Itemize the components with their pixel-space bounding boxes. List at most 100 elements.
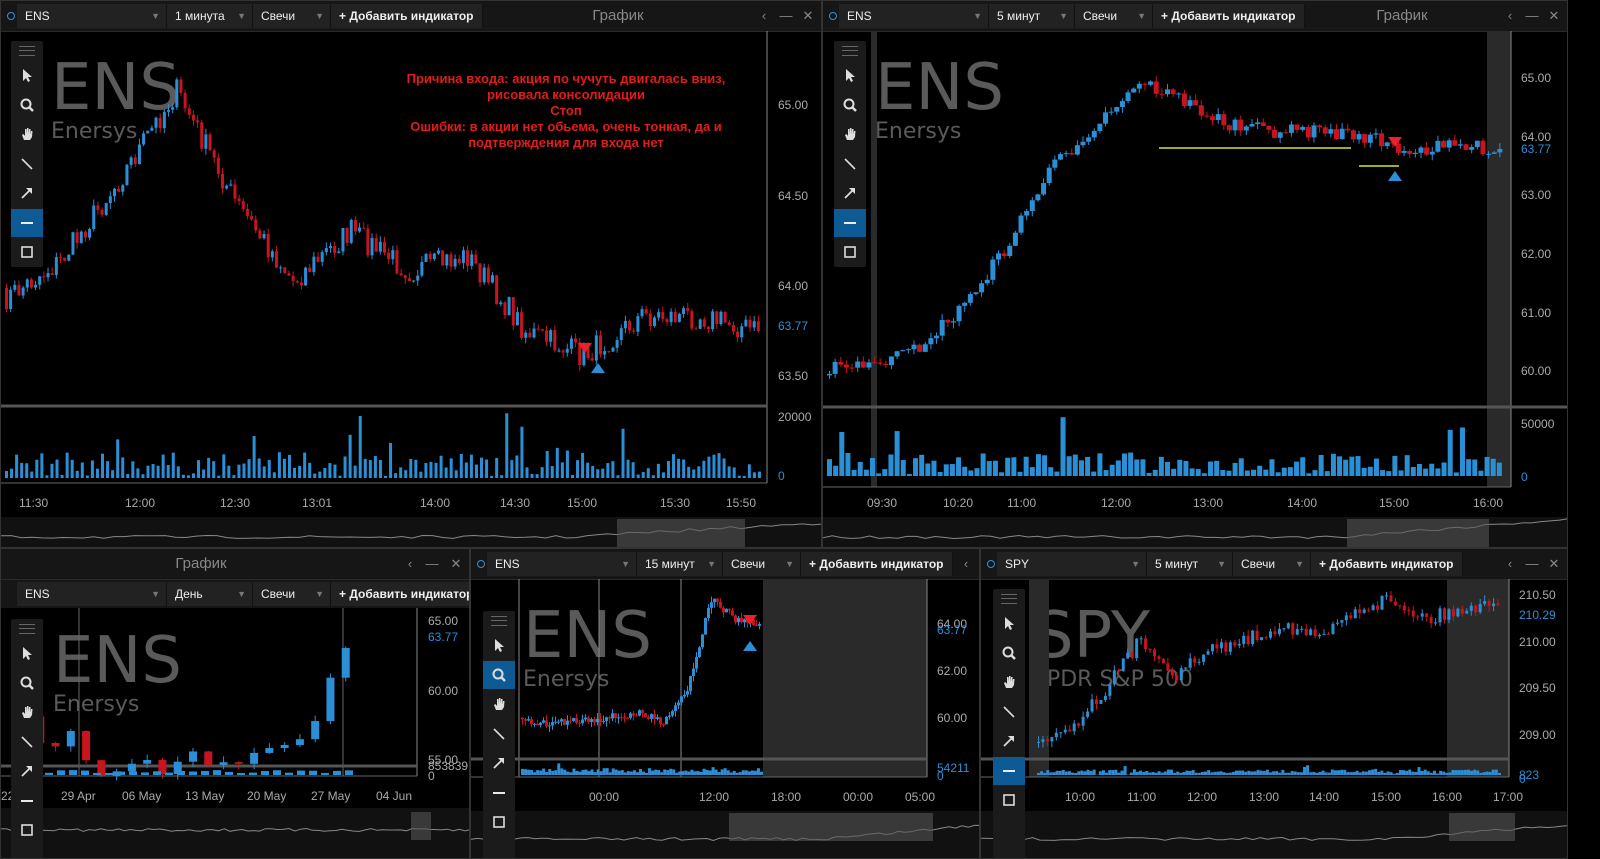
close-icon[interactable]: ✕ — [445, 549, 467, 579]
minimize-icon[interactable]: — — [421, 549, 443, 579]
minimize-icon[interactable]: — — [775, 1, 797, 31]
add-indicator-button[interactable]: + Добавить индикатор — [331, 582, 469, 606]
line-tool-button[interactable] — [11, 728, 43, 756]
arrow-tool-button[interactable] — [11, 757, 43, 785]
volume-bar — [747, 771, 751, 775]
chart-type-select[interactable]: Свечи ▼ — [1233, 552, 1311, 576]
hand-tool-button[interactable] — [11, 120, 43, 148]
chart-type-select[interactable]: Свечи ▼ — [1075, 4, 1153, 28]
interval-select[interactable]: 5 минут ▼ — [1147, 552, 1233, 576]
cursor-tool-button[interactable] — [993, 609, 1025, 637]
chart-area[interactable]: 65.00 60.00 55.00 853839 0 63.77 22 29 A… — [1, 608, 470, 859]
line-tool-button[interactable] — [993, 698, 1025, 726]
symbol-select[interactable]: ENS ▼ — [839, 4, 989, 28]
cursor-tool-button[interactable] — [11, 61, 43, 89]
minimize-icon[interactable]: — — [1521, 1, 1543, 31]
navigator-window[interactable] — [617, 519, 745, 547]
drag-handle[interactable] — [1001, 594, 1017, 604]
arrow-tool-button[interactable] — [483, 749, 515, 777]
navigator[interactable] — [1, 808, 470, 859]
collapse-icon[interactable]: ‹ — [399, 549, 421, 579]
drag-handle[interactable] — [19, 624, 35, 634]
chart-type-select[interactable]: Свечи ▼ — [253, 4, 331, 28]
chart-area[interactable]: 210.50 210.00 209.50 209.00 210.29 823 0… — [981, 579, 1568, 859]
symbol-link-icon[interactable] — [829, 12, 837, 20]
close-icon[interactable]: ✕ — [1543, 549, 1565, 579]
rectangle-tool-button[interactable] — [993, 786, 1025, 814]
horizontal-line-tool-button[interactable] — [11, 208, 43, 237]
chart-area[interactable]: 65.00 64.50 64.00 63.50 63.77 20000 0 11… — [1, 31, 822, 548]
drag-handle[interactable] — [491, 616, 507, 626]
interval-select[interactable]: День ▼ — [167, 582, 253, 606]
candle-body — [21, 287, 25, 296]
interval-select[interactable]: 5 минут ▼ — [989, 4, 1075, 28]
symbol-select[interactable]: ENS ▼ — [487, 552, 637, 576]
candle-body — [316, 256, 320, 262]
chart-toolbar: SPY ▼ 5 минут ▼ Свечи ▼ + Добавить индикато… — [981, 549, 1567, 580]
line-tool-button[interactable] — [834, 150, 866, 178]
rectangle-tool-button[interactable] — [11, 816, 43, 844]
cursor-tool-button[interactable] — [834, 61, 866, 89]
horizontal-line-tool-button[interactable] — [834, 208, 866, 237]
minimize-icon[interactable]: — — [1521, 549, 1543, 579]
arrow-tool-button[interactable] — [993, 727, 1025, 755]
horizontal-line-tool-button[interactable] — [11, 787, 43, 815]
volume-bar — [747, 464, 751, 478]
arrow-tool-button[interactable] — [834, 179, 866, 207]
zoom-tool-button[interactable] — [11, 91, 43, 119]
volume-bar — [1011, 457, 1017, 476]
interval-select[interactable]: 1 минута ▼ — [167, 4, 253, 28]
cursor-tool-button[interactable] — [11, 639, 43, 667]
candle-body — [1181, 93, 1187, 106]
add-indicator-button[interactable]: + Добавить индикатор — [801, 552, 953, 576]
symbol-link-icon[interactable] — [477, 560, 485, 568]
volume-bar — [394, 473, 398, 478]
add-indicator-button[interactable]: + Добавить индикатор — [1311, 552, 1463, 576]
close-icon[interactable]: ✕ — [1543, 1, 1565, 31]
symbol-link-icon[interactable] — [7, 12, 15, 20]
rectangle-tool-button[interactable] — [834, 238, 866, 266]
navigator-window[interactable] — [411, 812, 431, 840]
collapse-icon[interactable]: ‹ — [753, 1, 775, 31]
candle-body — [1197, 661, 1201, 663]
collapse-icon[interactable]: ‹ — [955, 549, 977, 579]
chart-type-select[interactable]: Свечи ▼ — [723, 552, 801, 576]
symbol-select[interactable]: ENS ▼ — [17, 582, 167, 606]
hand-tool-button[interactable] — [993, 668, 1025, 696]
interval-select[interactable]: 15 минут ▼ — [637, 552, 723, 576]
hand-tool-button[interactable] — [834, 120, 866, 148]
candle-body — [312, 256, 316, 273]
navigator-window[interactable] — [1449, 813, 1515, 841]
collapse-icon[interactable]: ‹ — [1499, 1, 1521, 31]
symbol-select[interactable]: ENS ▼ — [17, 4, 167, 28]
line-tool-button[interactable] — [483, 720, 515, 748]
zoom-tool-button[interactable] — [483, 660, 515, 689]
candle-body — [399, 273, 403, 276]
rectangle-tool-button[interactable] — [483, 808, 515, 836]
zoom-tool-button[interactable] — [11, 669, 43, 697]
symbol-link-icon[interactable] — [987, 560, 995, 568]
volume-bar — [540, 467, 544, 478]
chart-area[interactable]: 64.00 62.00 60.00 63.77 54211 0 00:00 12… — [471, 579, 980, 859]
collapse-icon[interactable]: ‹ — [1499, 549, 1521, 579]
cursor-tool-button[interactable] — [483, 631, 515, 659]
horizontal-line-tool-button[interactable] — [993, 756, 1025, 785]
add-indicator-button[interactable]: + Добавить индикатор — [1153, 4, 1305, 28]
zoom-tool-button[interactable] — [993, 639, 1025, 667]
add-indicator-button[interactable]: + Добавить индикатор — [331, 4, 483, 28]
navigator-window[interactable] — [729, 813, 933, 841]
arrow-tool-button[interactable] — [11, 179, 43, 207]
line-tool-button[interactable] — [11, 150, 43, 178]
navigator-window[interactable] — [1347, 519, 1489, 547]
chart-type-select[interactable]: Свечи ▼ — [253, 582, 331, 606]
rectangle-tool-button[interactable] — [11, 238, 43, 266]
hand-tool-button[interactable] — [11, 698, 43, 726]
chart-area[interactable]: 65.00 64.00 63.00 62.00 61.00 60.00 5000… — [823, 31, 1568, 548]
drag-handle[interactable] — [842, 46, 858, 56]
drag-handle[interactable] — [19, 46, 35, 56]
symbol-select[interactable]: SPY ▼ — [997, 552, 1147, 576]
hand-tool-button[interactable] — [483, 690, 515, 718]
close-icon[interactable]: ✕ — [797, 1, 819, 31]
zoom-tool-button[interactable] — [834, 91, 866, 119]
horizontal-line-tool-button[interactable] — [483, 779, 515, 807]
